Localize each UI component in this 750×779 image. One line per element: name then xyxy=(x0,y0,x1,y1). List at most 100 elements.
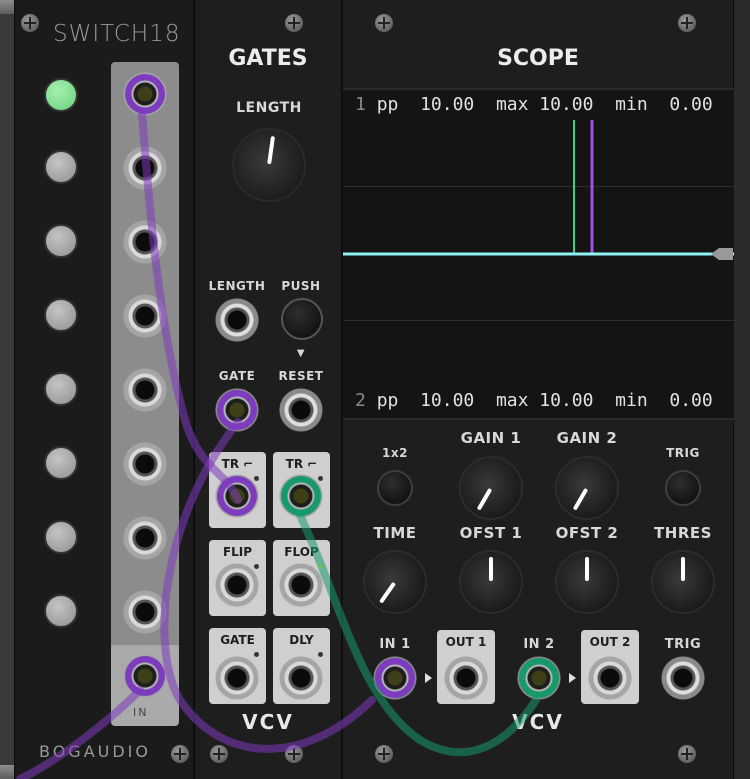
knob-pointer xyxy=(267,136,276,165)
gain1-knob[interactable] xyxy=(459,456,523,520)
output-jack-3[interactable] xyxy=(123,220,167,264)
channel2-number: 2 xyxy=(355,390,366,411)
channel2-max-value: 10.00 xyxy=(539,390,594,411)
time-label: TIME xyxy=(373,524,417,542)
reset-jack[interactable] xyxy=(279,388,323,432)
thres-label: THRES xyxy=(654,524,712,542)
knob-pointer xyxy=(489,557,493,581)
trig-button-label: TRIG xyxy=(666,446,700,460)
flip-led xyxy=(254,564,259,569)
flip-jack[interactable] xyxy=(215,563,259,607)
knob-pointer xyxy=(476,487,493,511)
out2-jack[interactable] xyxy=(588,656,632,700)
dly-label: DLY xyxy=(289,633,314,647)
ofst1-label: OFST 1 xyxy=(459,524,523,542)
tr-fall-led xyxy=(318,476,323,481)
screw-icon xyxy=(210,745,228,763)
output-jack-7[interactable] xyxy=(123,516,167,560)
in2-label: IN 2 xyxy=(523,637,555,652)
reset-label: RESET xyxy=(278,369,324,383)
length-cv-jack[interactable] xyxy=(215,298,259,342)
channel2-max-label: max xyxy=(495,390,529,411)
channel2-pp-value: 10.00 xyxy=(420,390,475,411)
cable-plug-purple[interactable] xyxy=(217,476,257,516)
cable-plug-purple[interactable] xyxy=(125,74,165,114)
ofst2-knob[interactable] xyxy=(555,550,619,614)
dly-jack[interactable] xyxy=(279,656,323,700)
brand-logo: VCV xyxy=(242,710,294,734)
tr-rise-label: TR ⌐ xyxy=(221,457,254,471)
brand-logo: BOGAUDIO xyxy=(39,742,151,761)
dly-led xyxy=(318,652,323,657)
output-jack-6[interactable] xyxy=(123,442,167,486)
gain1-label: GAIN 1 xyxy=(460,429,522,447)
gates-module: GATES LENGTH LENGTH PUSH ▼ GATE RESET TR… xyxy=(194,0,342,779)
scope-display: 1 pp 10.00 max 10.00 min 0.00 2 pp 10.00… xyxy=(343,88,735,420)
brand-logo: VCV xyxy=(512,710,564,734)
switch18-module: SWITCH18 IN BOGAUDIO xyxy=(14,0,194,779)
module-title: SCOPE xyxy=(497,46,579,71)
out2-label: OUT 2 xyxy=(589,635,631,649)
next-module-edge xyxy=(734,0,750,779)
trig-in-jack[interactable] xyxy=(661,656,705,700)
flop-jack[interactable] xyxy=(279,563,323,607)
output-jack-2[interactable] xyxy=(123,146,167,190)
screw-icon xyxy=(285,14,303,32)
step-led-3 xyxy=(44,224,78,258)
output-jack-8[interactable] xyxy=(123,590,167,634)
mode-button[interactable] xyxy=(377,470,413,506)
step-led-6 xyxy=(44,446,78,480)
channel2-pp-label: pp xyxy=(376,390,399,411)
channel2-min-label: min xyxy=(615,390,648,411)
out1-label: OUT 1 xyxy=(445,635,487,649)
output-jack-5[interactable] xyxy=(123,368,167,412)
arrow-right-icon xyxy=(569,673,576,683)
screw-icon xyxy=(678,14,696,32)
length-knob-label: LENGTH xyxy=(236,100,302,116)
scope-traces xyxy=(343,120,735,260)
screw-icon xyxy=(678,745,696,763)
push-label: PUSH xyxy=(281,279,321,293)
screw-icon xyxy=(375,14,393,32)
knob-pointer xyxy=(572,487,589,511)
gate-out-led xyxy=(254,652,259,657)
ofst2-label: OFST 2 xyxy=(555,524,619,542)
channel2-min-value: 0.00 xyxy=(669,390,713,411)
knob-pointer xyxy=(681,557,685,581)
screw-icon xyxy=(285,745,303,763)
step-led-7 xyxy=(44,520,78,554)
gain2-label: GAIN 2 xyxy=(556,429,618,447)
trig-button[interactable] xyxy=(665,470,701,506)
push-button[interactable] xyxy=(281,298,323,340)
cable-plug-purple[interactable] xyxy=(125,656,165,696)
step-led-8 xyxy=(44,594,78,628)
knob-pointer xyxy=(585,557,589,581)
cable-plug-purple[interactable] xyxy=(217,390,257,430)
screw-icon xyxy=(21,14,39,32)
ofst1-knob[interactable] xyxy=(459,550,523,614)
trig-in-label: TRIG xyxy=(664,637,702,652)
screw-icon xyxy=(375,745,393,763)
gate-out-jack[interactable] xyxy=(215,656,259,700)
tr-fall-label: TR ⌐ xyxy=(285,457,318,471)
knob-pointer xyxy=(379,581,397,604)
output-jack-4[interactable] xyxy=(123,294,167,338)
out1-jack[interactable] xyxy=(444,656,488,700)
arrow-right-icon xyxy=(425,673,432,683)
flop-label: FLOP xyxy=(284,545,319,559)
module-title: GATES xyxy=(228,46,308,71)
gain2-knob[interactable] xyxy=(555,456,619,520)
thres-knob[interactable] xyxy=(651,550,715,614)
cable-plug-purple[interactable] xyxy=(375,658,415,698)
cable-plug-green[interactable] xyxy=(281,476,321,516)
step-led-5 xyxy=(44,372,78,406)
flip-label: FLIP xyxy=(222,545,253,559)
input-label: IN xyxy=(133,706,149,719)
time-knob[interactable] xyxy=(363,550,427,614)
scope-module: SCOPE 1 pp 10.00 max 10.00 min 0.00 2 pp… xyxy=(342,0,735,779)
cable-plug-green[interactable] xyxy=(519,658,559,698)
length-knob[interactable] xyxy=(232,128,306,202)
threshold-marker-icon xyxy=(711,248,733,260)
in1-label: IN 1 xyxy=(379,637,411,652)
channel2-readout: 2 pp 10.00 max 10.00 min 0.00 xyxy=(355,390,713,411)
